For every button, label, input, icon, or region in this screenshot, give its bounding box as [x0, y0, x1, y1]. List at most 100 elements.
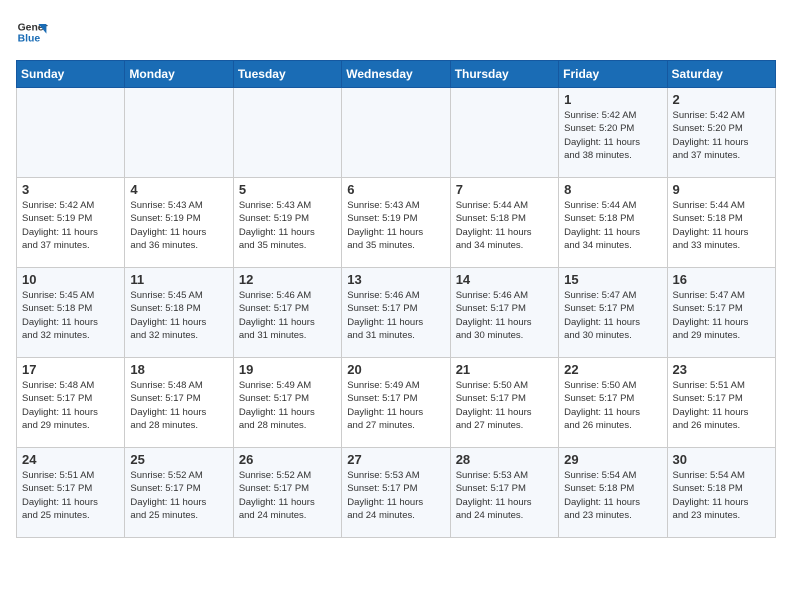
day-header-sunday: Sunday — [17, 61, 125, 88]
calendar-cell — [233, 88, 341, 178]
calendar-cell: 26 Sunrise: 5:52 AM Sunset: 5:17 PM Dayli… — [233, 448, 341, 538]
day-number: 14 — [456, 272, 553, 287]
day-header-tuesday: Tuesday — [233, 61, 341, 88]
day-detail: Sunrise: 5:43 AM Sunset: 5:19 PM Dayligh… — [130, 199, 227, 252]
day-number: 4 — [130, 182, 227, 197]
day-number: 15 — [564, 272, 661, 287]
day-detail: Sunrise: 5:49 AM Sunset: 5:17 PM Dayligh… — [239, 379, 336, 432]
day-detail: Sunrise: 5:48 AM Sunset: 5:17 PM Dayligh… — [130, 379, 227, 432]
day-detail: Sunrise: 5:46 AM Sunset: 5:17 PM Dayligh… — [239, 289, 336, 342]
day-number: 1 — [564, 92, 661, 107]
day-number: 28 — [456, 452, 553, 467]
day-number: 19 — [239, 362, 336, 377]
calendar-cell: 9Sunrise: 5:44 AM Sunset: 5:18 PM Daylig… — [667, 178, 775, 268]
logo: General Blue — [16, 16, 48, 48]
day-detail: Sunrise: 5:50 AM Sunset: 5:17 PM Dayligh… — [456, 379, 553, 432]
calendar-cell: 13 Sunrise: 5:46 AM Sunset: 5:17 PM Dayli… — [342, 268, 450, 358]
day-detail: Sunrise: 5:44 AM Sunset: 5:18 PM Dayligh… — [456, 199, 553, 252]
day-number: 8 — [564, 182, 661, 197]
calendar-cell: 18 Sunrise: 5:48 AM Sunset: 5:17 PM Dayli… — [125, 358, 233, 448]
day-header-monday: Monday — [125, 61, 233, 88]
day-detail: Sunrise: 5:50 AM Sunset: 5:17 PM Dayligh… — [564, 379, 661, 432]
day-number: 10 — [22, 272, 119, 287]
day-detail: Sunrise: 5:49 AM Sunset: 5:17 PM Dayligh… — [347, 379, 444, 432]
day-number: 29 — [564, 452, 661, 467]
day-number: 11 — [130, 272, 227, 287]
day-detail: Sunrise: 5:47 AM Sunset: 5:17 PM Dayligh… — [673, 289, 770, 342]
day-detail: Sunrise: 5:46 AM Sunset: 5:17 PM Dayligh… — [347, 289, 444, 342]
day-detail: Sunrise: 5:54 AM Sunset: 5:18 PM Dayligh… — [673, 469, 770, 522]
calendar-cell: 16 Sunrise: 5:47 AM Sunset: 5:17 PM Dayli… — [667, 268, 775, 358]
day-number: 17 — [22, 362, 119, 377]
day-number: 13 — [347, 272, 444, 287]
week-row-3: 10 Sunrise: 5:45 AM Sunset: 5:18 PM Dayli… — [17, 268, 776, 358]
day-detail: Sunrise: 5:52 AM Sunset: 5:17 PM Dayligh… — [130, 469, 227, 522]
day-detail: Sunrise: 5:46 AM Sunset: 5:17 PM Dayligh… — [456, 289, 553, 342]
calendar-cell: 12 Sunrise: 5:46 AM Sunset: 5:17 PM Dayli… — [233, 268, 341, 358]
day-header-thursday: Thursday — [450, 61, 558, 88]
day-number: 26 — [239, 452, 336, 467]
day-number: 27 — [347, 452, 444, 467]
day-detail: Sunrise: 5:45 AM Sunset: 5:18 PM Dayligh… — [130, 289, 227, 342]
calendar-cell: 1 Sunrise: 5:42 AM Sunset: 5:20 PM Daylig… — [559, 88, 667, 178]
day-number: 20 — [347, 362, 444, 377]
day-detail: Sunrise: 5:54 AM Sunset: 5:18 PM Dayligh… — [564, 469, 661, 522]
week-row-1: 1 Sunrise: 5:42 AM Sunset: 5:20 PM Daylig… — [17, 88, 776, 178]
day-detail: Sunrise: 5:42 AM Sunset: 5:20 PM Dayligh… — [564, 109, 661, 162]
day-detail: Sunrise: 5:42 AM Sunset: 5:19 PM Dayligh… — [22, 199, 119, 252]
day-number: 5 — [239, 182, 336, 197]
day-detail: Sunrise: 5:51 AM Sunset: 5:17 PM Dayligh… — [22, 469, 119, 522]
calendar-cell: 6 Sunrise: 5:43 AM Sunset: 5:19 PM Daylig… — [342, 178, 450, 268]
week-row-2: 3 Sunrise: 5:42 AM Sunset: 5:19 PM Daylig… — [17, 178, 776, 268]
day-number: 2 — [673, 92, 770, 107]
calendar-cell: 24 Sunrise: 5:51 AM Sunset: 5:17 PM Dayli… — [17, 448, 125, 538]
day-header-friday: Friday — [559, 61, 667, 88]
calendar-cell: 19 Sunrise: 5:49 AM Sunset: 5:17 PM Dayli… — [233, 358, 341, 448]
calendar-table: SundayMondayTuesdayWednesdayThursdayFrid… — [16, 60, 776, 538]
day-detail: Sunrise: 5:44 AM Sunset: 5:18 PM Dayligh… — [673, 199, 770, 252]
day-header-saturday: Saturday — [667, 61, 775, 88]
day-detail: Sunrise: 5:45 AM Sunset: 5:18 PM Dayligh… — [22, 289, 119, 342]
calendar-cell: 28Sunrise: 5:53 AM Sunset: 5:17 PM Dayli… — [450, 448, 558, 538]
day-number: 16 — [673, 272, 770, 287]
day-detail: Sunrise: 5:43 AM Sunset: 5:19 PM Dayligh… — [347, 199, 444, 252]
day-detail: Sunrise: 5:43 AM Sunset: 5:19 PM Dayligh… — [239, 199, 336, 252]
calendar-cell: 20 Sunrise: 5:49 AM Sunset: 5:17 PM Dayli… — [342, 358, 450, 448]
calendar-cell: 2Sunrise: 5:42 AM Sunset: 5:20 PM Daylig… — [667, 88, 775, 178]
calendar-cell: 17 Sunrise: 5:48 AM Sunset: 5:17 PM Dayli… — [17, 358, 125, 448]
week-row-5: 24 Sunrise: 5:51 AM Sunset: 5:17 PM Dayli… — [17, 448, 776, 538]
calendar-cell: 15Sunrise: 5:47 AM Sunset: 5:17 PM Dayli… — [559, 268, 667, 358]
calendar-body: 1 Sunrise: 5:42 AM Sunset: 5:20 PM Daylig… — [17, 88, 776, 538]
calendar-cell: 8 Sunrise: 5:44 AM Sunset: 5:18 PM Daylig… — [559, 178, 667, 268]
day-detail: Sunrise: 5:51 AM Sunset: 5:17 PM Dayligh… — [673, 379, 770, 432]
calendar-cell: 3 Sunrise: 5:42 AM Sunset: 5:19 PM Daylig… — [17, 178, 125, 268]
svg-text:Blue: Blue — [18, 34, 41, 45]
day-detail: Sunrise: 5:52 AM Sunset: 5:17 PM Dayligh… — [239, 469, 336, 522]
day-number: 7 — [456, 182, 553, 197]
day-number: 25 — [130, 452, 227, 467]
day-number: 18 — [130, 362, 227, 377]
calendar-cell: 22 Sunrise: 5:50 AM Sunset: 5:17 PM Dayli… — [559, 358, 667, 448]
calendar-cell: 14 Sunrise: 5:46 AM Sunset: 5:17 PM Dayli… — [450, 268, 558, 358]
calendar-cell: 29 Sunrise: 5:54 AM Sunset: 5:18 PM Dayli… — [559, 448, 667, 538]
day-number: 22 — [564, 362, 661, 377]
day-detail: Sunrise: 5:44 AM Sunset: 5:18 PM Dayligh… — [564, 199, 661, 252]
calendar-cell: 27Sunrise: 5:53 AM Sunset: 5:17 PM Dayli… — [342, 448, 450, 538]
calendar-cell: 23 Sunrise: 5:51 AM Sunset: 5:17 PM Dayli… — [667, 358, 775, 448]
day-number: 6 — [347, 182, 444, 197]
calendar-cell: 4 Sunrise: 5:43 AM Sunset: 5:19 PM Daylig… — [125, 178, 233, 268]
week-row-4: 17 Sunrise: 5:48 AM Sunset: 5:17 PM Dayli… — [17, 358, 776, 448]
day-number: 23 — [673, 362, 770, 377]
calendar-cell — [17, 88, 125, 178]
day-number: 3 — [22, 182, 119, 197]
day-number: 24 — [22, 452, 119, 467]
calendar-cell — [450, 88, 558, 178]
day-number: 12 — [239, 272, 336, 287]
day-detail: Sunrise: 5:48 AM Sunset: 5:17 PM Dayligh… — [22, 379, 119, 432]
calendar-cell: 11 Sunrise: 5:45 AM Sunset: 5:18 PM Dayli… — [125, 268, 233, 358]
day-number: 21 — [456, 362, 553, 377]
day-number: 30 — [673, 452, 770, 467]
calendar-cell — [342, 88, 450, 178]
calendar-cell: 10 Sunrise: 5:45 AM Sunset: 5:18 PM Dayli… — [17, 268, 125, 358]
calendar-cell: 30 Sunrise: 5:54 AM Sunset: 5:18 PM Dayli… — [667, 448, 775, 538]
